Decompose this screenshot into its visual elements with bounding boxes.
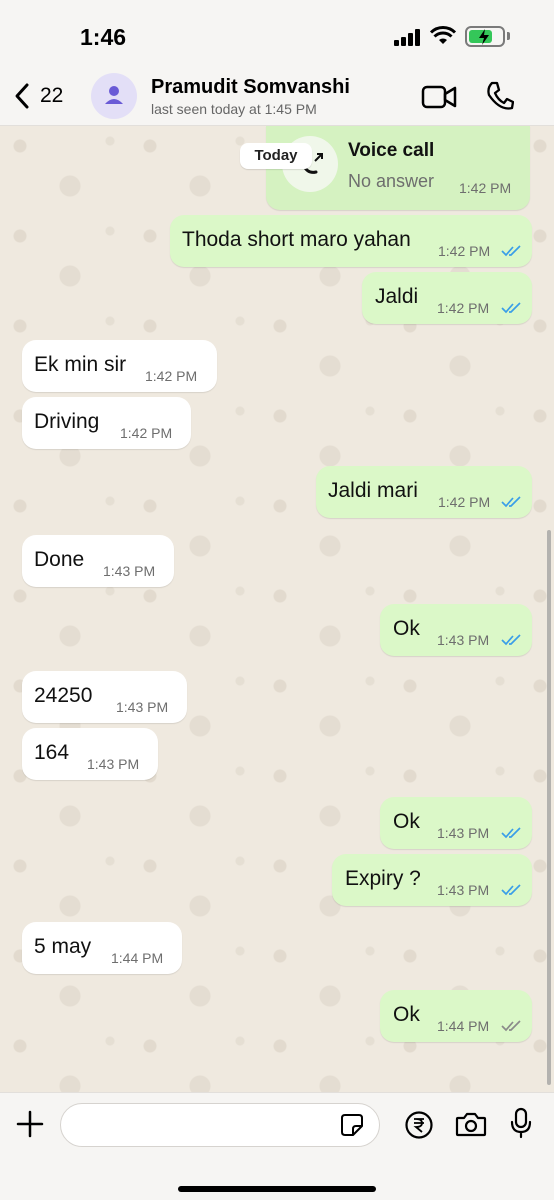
message-bubble-outgoing[interactable]: Expiry ? 1:43 PM	[332, 854, 532, 906]
person-icon	[105, 86, 123, 104]
message-bubble-incoming[interactable]: 164 1:43 PM	[22, 728, 158, 780]
cellular-signal-icon	[394, 29, 420, 46]
message-text: Expiry ?	[345, 867, 421, 890]
battery-icon	[465, 26, 505, 47]
phone-icon[interactable]	[486, 81, 514, 111]
chat-header: 22 Pramudit Somvanshi last seen today at…	[0, 70, 554, 126]
back-button[interactable]: 22	[14, 82, 63, 110]
message-bubble-outgoing[interactable]: Jaldi mari 1:42 PM	[316, 466, 532, 518]
message-bubble-incoming[interactable]: 24250 1:43 PM	[22, 671, 187, 723]
message-text: 164	[34, 741, 70, 764]
message-time: 1:44 PM	[437, 1018, 490, 1034]
message-text: Ok	[393, 810, 420, 833]
message-text: Ok	[393, 1003, 420, 1026]
read-ticks-icon	[501, 302, 521, 314]
message-bubble-outgoing[interactable]: Jaldi 1:42 PM	[362, 272, 532, 324]
message-text: Ek min sir	[34, 353, 127, 376]
last-seen-status: last seen today at 1:45 PM	[151, 101, 317, 117]
message-time: 1:42 PM	[438, 243, 491, 259]
plus-icon[interactable]	[16, 1110, 44, 1138]
read-ticks-icon	[501, 245, 521, 257]
message-text: Driving	[34, 410, 100, 433]
message-bubble-outgoing[interactable]: Ok 1:43 PM	[380, 604, 532, 656]
video-call-icon[interactable]	[421, 84, 457, 110]
contact-name[interactable]: Pramudit Somvanshi	[151, 76, 350, 99]
message-bubble-outgoing[interactable]: Thoda short maro yahan 1:42 PM	[170, 215, 532, 267]
camera-icon[interactable]	[455, 1111, 487, 1137]
date-separator: Today	[240, 143, 312, 169]
message-bubble-incoming[interactable]: Done 1:43 PM	[22, 535, 174, 587]
message-time: 1:42 PM	[145, 368, 198, 384]
status-time: 1:46	[80, 24, 127, 50]
message-input[interactable]	[60, 1103, 380, 1147]
message-text: Thoda short maro yahan	[182, 228, 411, 251]
message-text: 5 may	[34, 935, 92, 958]
back-chevron-icon	[15, 83, 29, 109]
message-text: 24250	[34, 684, 93, 707]
call-title: Voice call	[348, 140, 435, 161]
message-time: 1:42 PM	[437, 300, 490, 316]
message-text: Done	[34, 548, 85, 571]
message-time: 1:44 PM	[111, 950, 164, 966]
message-time: 1:43 PM	[437, 825, 490, 841]
chat-screen: 1:46 22 Pramudit Somvanshi last seen tod…	[0, 0, 554, 1200]
avatar[interactable]	[91, 73, 137, 119]
message-time: 1:43 PM	[116, 699, 169, 715]
message-time: 1:43 PM	[437, 632, 490, 648]
read-ticks-icon	[501, 634, 521, 646]
message-time: 1:42 PM	[438, 494, 491, 510]
message-time: 1:42 PM	[459, 180, 512, 196]
message-text: Jaldi mari	[328, 479, 418, 502]
rupee-icon[interactable]	[404, 1110, 434, 1140]
message-bubble-outgoing[interactable]: Ok 1:44 PM	[380, 990, 532, 1042]
message-time: 1:43 PM	[87, 756, 140, 772]
message-bubble-incoming[interactable]: 5 may 1:44 PM	[22, 922, 182, 974]
battery-tip	[507, 32, 510, 40]
message-bubble-outgoing[interactable]: Ok 1:43 PM	[380, 797, 532, 849]
message-time: 1:43 PM	[437, 882, 490, 898]
mic-icon[interactable]	[510, 1107, 532, 1139]
wifi-icon	[430, 26, 456, 44]
call-status: No answer	[348, 171, 435, 191]
message-text: Ok	[393, 617, 420, 640]
read-ticks-icon	[501, 827, 521, 839]
unread-count: 22	[40, 84, 64, 107]
message-time: 1:42 PM	[120, 425, 173, 441]
read-ticks-icon	[501, 496, 521, 508]
scrollbar[interactable]	[547, 530, 551, 1085]
status-bar: 1:46	[0, 0, 554, 70]
sticker-icon[interactable]	[340, 1113, 364, 1137]
message-bubble-incoming[interactable]: Ek min sir 1:42 PM	[22, 340, 217, 392]
message-bubble-incoming[interactable]: Driving 1:42 PM	[22, 397, 191, 449]
composer-bar	[0, 1092, 554, 1200]
read-ticks-icon	[501, 884, 521, 896]
message-text: Jaldi	[375, 285, 419, 308]
home-indicator	[178, 1186, 376, 1192]
delivered-ticks-icon	[501, 1020, 521, 1032]
message-time: 1:43 PM	[103, 563, 156, 579]
